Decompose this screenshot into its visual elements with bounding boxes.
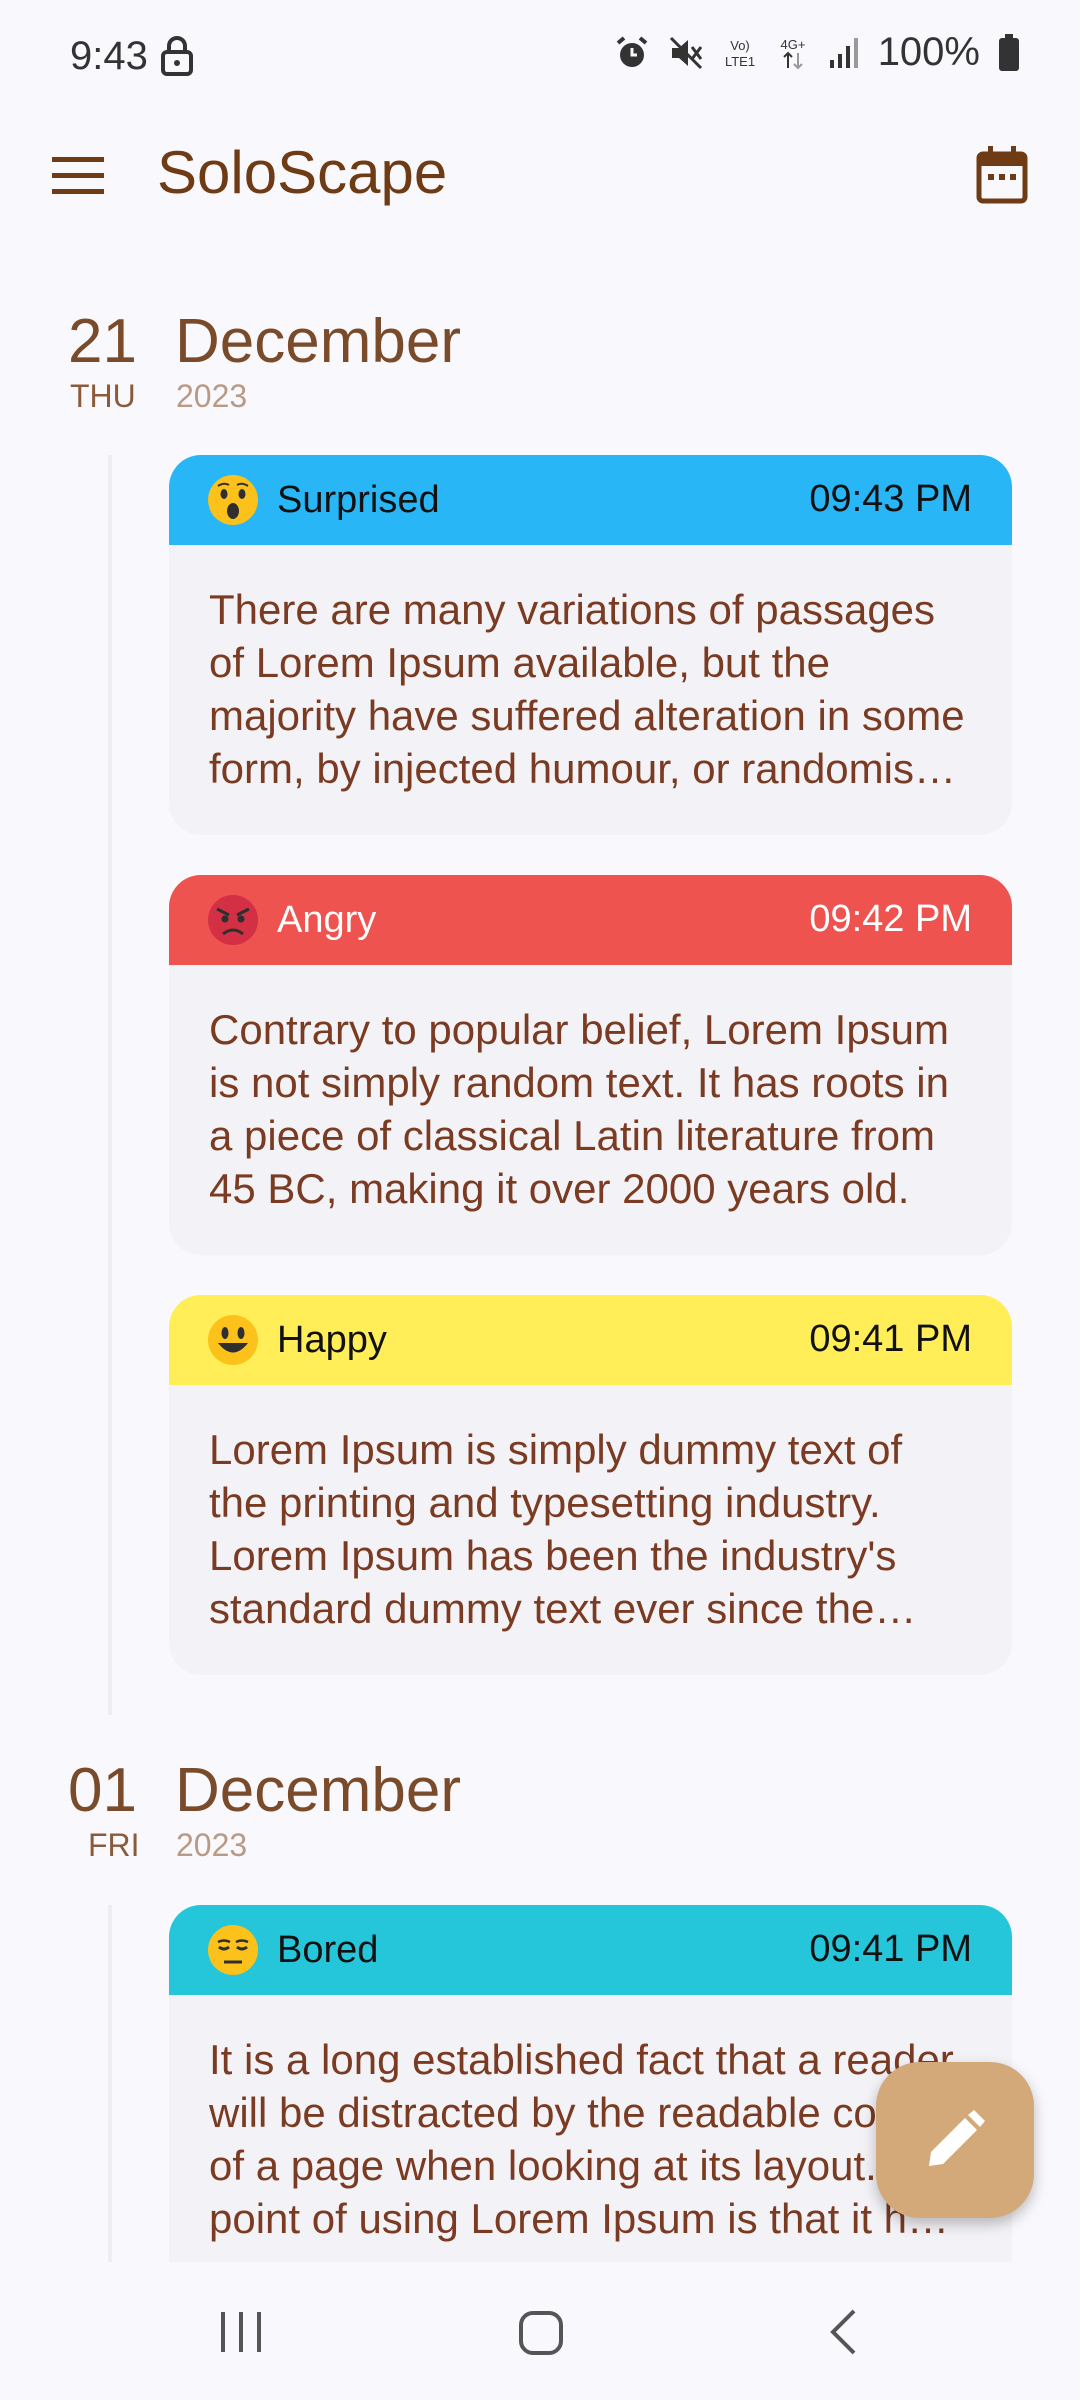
mood-label: Bored [277,1928,379,1971]
date-year: 2023 [176,378,248,414]
date-year: 2023 [176,1827,248,1863]
back-icon[interactable] [828,2308,858,2356]
entry-header: Happy 09:41 PM [169,1295,1012,1385]
alarm-icon [616,35,647,67]
entry-time: 09:42 PM [809,898,972,940]
status-time: 9:43 [70,34,148,78]
entry-text: Lorem Ipsum is simply dummy text of the … [209,1426,903,1632]
data-arrows-icon: 4G+ [780,37,805,69]
surprised-face-icon [208,475,258,525]
battery-percent: 100% [877,30,980,74]
calendar-icon[interactable] [976,146,1028,204]
new-entry-button[interactable] [876,2062,1034,2218]
date-day: 21 [68,307,137,376]
volte-top-text: Vo) [730,38,750,53]
mute-icon [669,36,702,69]
date-header: 21 THU December 2023 [0,306,1080,416]
screen: 9:43 Vo) LTE1 4G+ 100% SoloScape 21 THU … [0,0,1080,2400]
entry-header: Bored 09:41 PM [169,1905,1012,1995]
entry-body: Lorem Ipsum is simply dummy text of the … [169,1385,1012,1675]
date-header: 01 FRI December 2023 [0,1755,1080,1865]
entry-text: Contrary to popular belief, Lorem Ipsum … [209,1006,950,1212]
entry-time: 09:43 PM [809,478,972,520]
entry-text: It is a long established fact that a rea… [209,2036,970,2242]
pencil-icon [929,2110,985,2166]
date-month: December [175,307,461,376]
menu-icon[interactable] [50,155,106,195]
angry-face-icon [208,895,258,945]
entry-time: 09:41 PM [809,1318,972,1360]
volte-icon: Vo) LTE1 [725,38,755,69]
entry-body: Contrary to popular belief, Lorem Ipsum … [169,965,1012,1255]
entry-text: There are many variations of passages of… [209,586,965,792]
timeline-line [108,1905,112,2262]
entry-time: 09:41 PM [809,1928,972,1970]
mood-label: Angry [277,898,377,941]
battery-icon [999,33,1019,71]
volte-bottom-text: LTE1 [725,54,755,69]
date-weekday: FRI [88,1827,140,1863]
happy-face-icon [208,1315,258,1365]
entry-header: Angry 09:42 PM [169,875,1012,965]
timeline-line [108,455,112,1715]
mood-label: Happy [277,1318,387,1361]
date-weekday: THU [70,378,136,414]
recents-icon[interactable] [218,2310,264,2354]
status-icons: Vo) LTE1 4G+ 100% [614,30,1020,75]
system-nav-bar [0,2262,1080,2400]
entry-card[interactable]: Angry 09:42 PM Contrary to popular belie… [169,875,1012,1255]
bored-face-icon [208,1925,258,1975]
entry-header: Surprised 09:43 PM [169,455,1012,545]
entry-body: There are many variations of passages of… [169,545,1012,835]
network-type-text: 4G+ [780,37,805,52]
home-icon[interactable] [518,2310,564,2356]
date-month: December [175,1756,461,1825]
signal-icon [829,37,858,68]
date-day: 01 [68,1756,137,1825]
lock-icon [161,36,193,76]
app-title: SoloScape [157,139,448,206]
status-bar: 9:43 Vo) LTE1 4G+ 100% [0,0,1080,110]
app-bar: SoloScape [0,120,1080,230]
entry-card[interactable]: Surprised 09:43 PM There are many variat… [169,455,1012,835]
entry-card[interactable]: Happy 09:41 PM Lorem Ipsum is simply dum… [169,1295,1012,1675]
mood-label: Surprised [277,478,440,521]
